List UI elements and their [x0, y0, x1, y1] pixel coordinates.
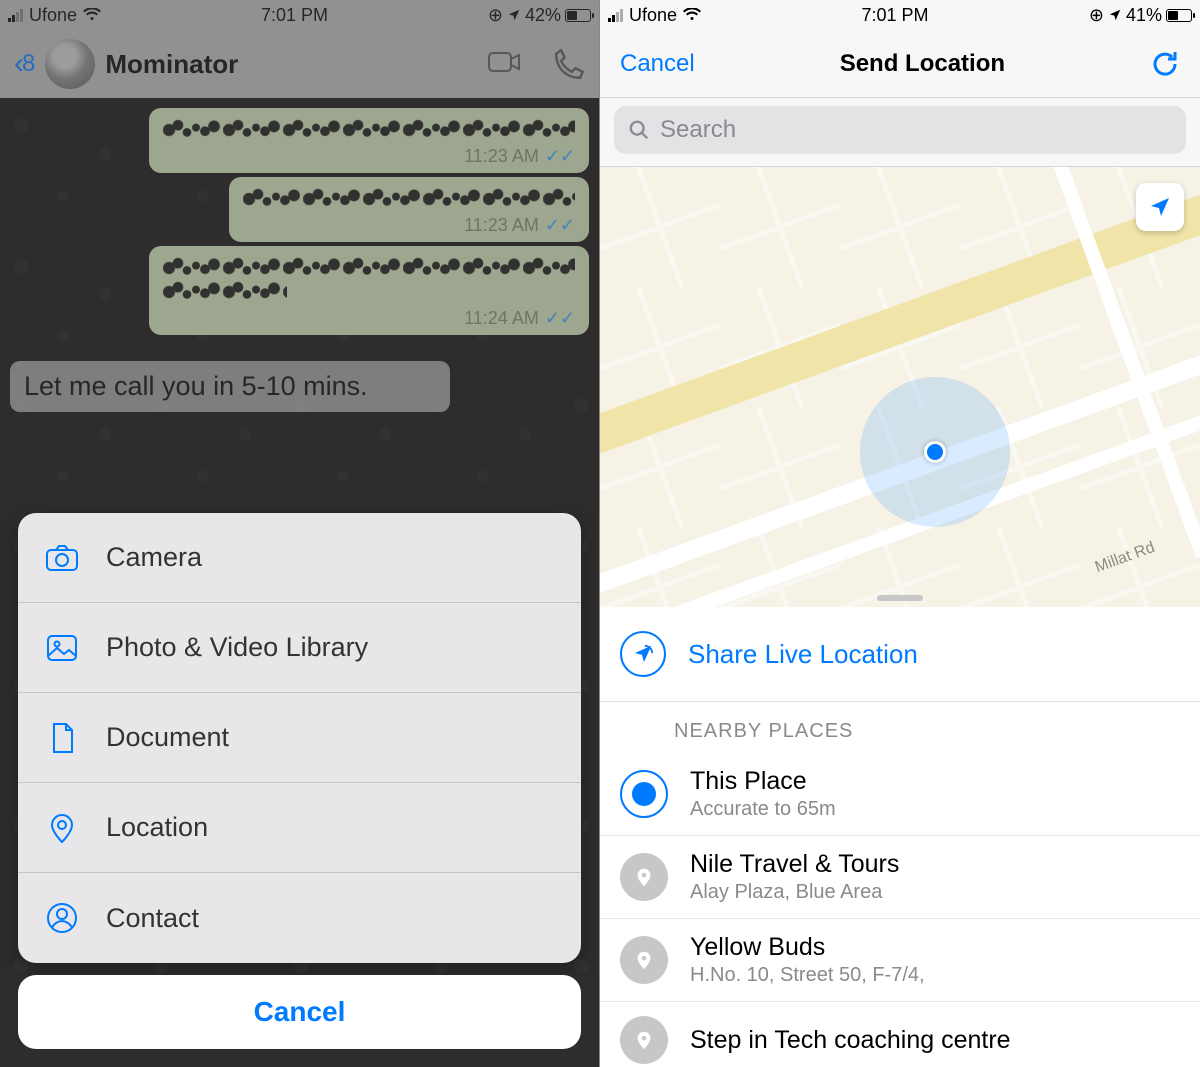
place-item[interactable]: Step in Tech coaching centre [600, 1002, 1200, 1067]
place-item[interactable]: Yellow BudsH.No. 10, Street 50, F-7/4, [600, 919, 1200, 1002]
search-bar-container: Search [600, 98, 1200, 167]
video-call-icon[interactable] [487, 49, 523, 79]
share-live-location[interactable]: Share Live Location [600, 607, 1200, 702]
clock-label: 7:01 PM [101, 5, 488, 26]
photo-icon [44, 630, 80, 666]
location-services-icon [1108, 8, 1122, 22]
place-pin-icon [620, 936, 668, 984]
place-pin-icon [620, 853, 668, 901]
redacted-text [163, 256, 575, 280]
carrier-label: Ufone [29, 5, 77, 26]
right-screenshot: Ufone 7:01 PM ⊕ 41% Cancel Send Location… [600, 0, 1200, 1067]
nearby-places-header: NEARBY PLACES [600, 702, 1200, 753]
drag-handle[interactable] [877, 595, 923, 601]
search-input[interactable]: Search [614, 106, 1186, 154]
sheet-item-label: Location [106, 812, 208, 843]
live-location-icon [620, 631, 666, 677]
redacted-text [163, 118, 575, 142]
place-subtitle: Alay Plaza, Blue Area [690, 881, 899, 904]
avatar[interactable] [45, 39, 95, 89]
carrier-label: Ufone [629, 5, 677, 26]
wifi-icon [683, 8, 701, 22]
signal-icon [608, 8, 623, 22]
battery-icon [1166, 9, 1192, 22]
battery-pct: 42% [525, 5, 561, 26]
chat-header: ‹8 Mominator [0, 30, 599, 98]
contact-name[interactable]: Mominator [105, 49, 477, 80]
message-list: 11:23 AM ✓✓ 11:23 AM ✓✓ 11:24 AM ✓✓ Let me … [0, 98, 599, 418]
cancel-button[interactable]: Cancel [620, 50, 695, 78]
location-panel: Share Live Location NEARBY PLACES This P… [600, 607, 1200, 1067]
navigation-bar: Cancel Send Location [600, 30, 1200, 98]
clock-label: 7:01 PM [701, 5, 1089, 26]
read-ticks-icon: ✓✓ [545, 308, 575, 329]
place-pin-icon [620, 1016, 668, 1064]
search-placeholder: Search [660, 116, 736, 144]
redacted-text [163, 280, 287, 304]
refresh-icon[interactable] [1150, 49, 1180, 79]
read-ticks-icon: ✓✓ [545, 146, 575, 167]
recenter-button[interactable] [1136, 183, 1184, 231]
place-subtitle: Accurate to 65m [690, 798, 836, 821]
search-icon [628, 119, 650, 141]
location-icon [44, 810, 80, 846]
place-title: Nile Travel & Tours [690, 850, 899, 879]
message-time: 11:23 AM [464, 146, 539, 166]
wifi-icon [83, 8, 101, 22]
redacted-text [243, 187, 575, 211]
camera-icon [44, 540, 80, 576]
back-button[interactable]: ‹8 [14, 47, 35, 81]
place-title: This Place [690, 767, 836, 796]
place-title: Step in Tech coaching centre [690, 1026, 1011, 1055]
lock-icon: ⊕ [488, 5, 503, 26]
message-time: 11:23 AM [464, 215, 539, 235]
sheet-item-label: Contact [106, 903, 199, 934]
cancel-button[interactable]: Cancel [18, 975, 581, 1049]
sheet-item-label: Photo & Video Library [106, 632, 368, 663]
location-services-icon [507, 8, 521, 22]
place-item[interactable]: Nile Travel & ToursAlay Plaza, Blue Area [600, 836, 1200, 919]
status-bar: Ufone 7:01 PM ⊕ 41% [600, 0, 1200, 30]
page-title: Send Location [695, 50, 1150, 78]
place-title: Yellow Buds [690, 933, 925, 962]
sheet-item-location[interactable]: Location [18, 783, 581, 873]
document-icon [44, 720, 80, 756]
share-live-label: Share Live Location [688, 639, 918, 670]
sheet-item-label: Document [106, 722, 229, 753]
sheet-item-document[interactable]: Document [18, 693, 581, 783]
current-location-marker [860, 377, 1010, 527]
status-bar: Ufone 7:01 PM ⊕ 42% [0, 0, 599, 30]
sheet-item-contact[interactable]: Contact [18, 873, 581, 963]
message-bubble[interactable]: 11:23 AM ✓✓ [149, 108, 589, 173]
read-ticks-icon: ✓✓ [545, 215, 575, 236]
message-time: 11:24 AM [464, 308, 539, 328]
map-view[interactable]: Millat Rd [600, 167, 1200, 607]
incoming-message[interactable]: Let me call you in 5-10 mins. [10, 361, 450, 412]
message-bubble[interactable]: 11:24 AM ✓✓ [149, 246, 589, 335]
place-item-this-place[interactable]: This PlaceAccurate to 65m [600, 753, 1200, 836]
attachment-sheet: Camera Photo & Video Library Document Lo… [18, 513, 581, 1049]
sheet-item-camera[interactable]: Camera [18, 513, 581, 603]
battery-icon [565, 9, 591, 22]
contact-icon [44, 900, 80, 936]
left-screenshot: Ufone 7:01 PM ⊕ 42% ‹8 Mominator [0, 0, 600, 1067]
battery-pct: 41% [1126, 5, 1162, 26]
unread-count: 8 [22, 50, 35, 78]
sheet-item-photo-library[interactable]: Photo & Video Library [18, 603, 581, 693]
lock-icon: ⊕ [1089, 5, 1104, 26]
signal-icon [8, 8, 23, 22]
voice-call-icon[interactable] [549, 49, 585, 79]
message-bubble[interactable]: 11:23 AM ✓✓ [229, 177, 589, 242]
selected-place-icon [620, 770, 668, 818]
place-subtitle: H.No. 10, Street 50, F-7/4, [690, 964, 925, 987]
sheet-item-label: Camera [106, 542, 202, 573]
